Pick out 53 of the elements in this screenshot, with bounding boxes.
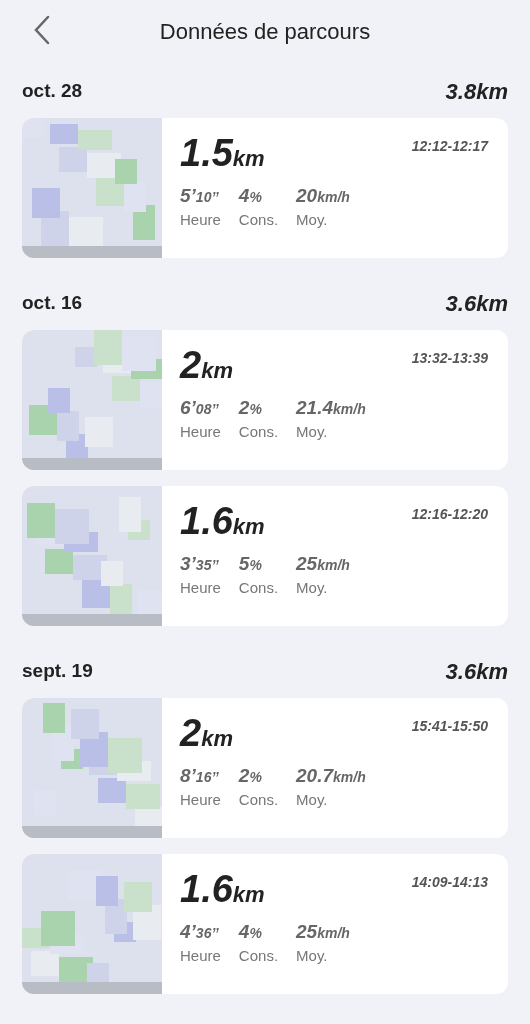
- stat-value: 3’35’’: [180, 554, 220, 573]
- date-label: sept. 19: [22, 658, 93, 683]
- day-total-distance: 3.6km: [445, 657, 508, 686]
- ride-card[interactable]: 1.6km 14:09-14:13 4’36’’ Heure 4% Cons. 25km/h Moy.: [22, 854, 508, 994]
- stat-label: Moy.: [296, 578, 329, 598]
- time-range: 12:12-12:17: [411, 137, 488, 156]
- day-total-distance: 3.6km: [445, 289, 508, 318]
- time-range: 13:32-13:39: [411, 349, 488, 368]
- time-range: 12:16-12:20: [411, 505, 488, 524]
- ride-card[interactable]: 2km 15:41-15:50 8’16’’ Heure 2% Cons. 20.7km/h Moy.: [22, 698, 508, 838]
- ride-card[interactable]: 2km 13:32-13:39 6’08’’ Heure 2% Cons. 21.4km/h Moy.: [22, 330, 508, 470]
- ride-card[interactable]: 1.6km 12:16-12:20 3’35’’ Heure 5% Cons. 25km/h Moy.: [22, 486, 508, 626]
- day-total-distance: 3.8km: [445, 77, 508, 106]
- stat-label: Cons.: [238, 578, 279, 598]
- time-range: 14:09-14:13: [411, 873, 488, 892]
- stat-value: 8’16’’: [180, 766, 220, 785]
- ride-distance: 2km: [180, 346, 233, 384]
- stat-value: 4’36’’: [180, 922, 220, 941]
- stat-label: Cons.: [238, 422, 279, 442]
- stat-value: 20km/h: [296, 186, 350, 205]
- stat-value: 4%: [238, 186, 263, 205]
- stat-label: Moy.: [296, 210, 329, 230]
- stat-label: Cons.: [238, 946, 279, 966]
- ride-distance: 1.6km: [180, 870, 265, 908]
- stat-label: Heure: [180, 578, 221, 598]
- stat-label: Heure: [180, 422, 221, 442]
- stat-label: Moy.: [296, 790, 329, 810]
- ride-distance: 2km: [180, 714, 233, 752]
- stat-value: 20.7km/h: [296, 766, 366, 785]
- stat-value: 2%: [238, 398, 263, 417]
- back-icon[interactable]: [32, 15, 52, 45]
- stat-label: Heure: [180, 210, 221, 230]
- stat-label: Heure: [180, 790, 221, 810]
- stat-value: 2%: [238, 766, 263, 785]
- stat-value: 4%: [238, 922, 263, 941]
- stat-label: Moy.: [296, 946, 329, 966]
- time-range: 15:41-15:50: [411, 717, 488, 736]
- ride-card[interactable]: 1.5km 12:12-12:17 5’10’’ Heure 4% Cons. 20km/h Moy.: [22, 118, 508, 258]
- stat-label: Cons.: [238, 210, 279, 230]
- stat-label: Moy.: [296, 422, 329, 442]
- stat-value: 5%: [238, 554, 263, 573]
- ride-distance: 1.5km: [180, 134, 265, 172]
- stat-value: 25km/h: [296, 922, 350, 941]
- stat-value: 21.4km/h: [296, 398, 366, 417]
- stat-value: 6’08’’: [180, 398, 220, 417]
- page-title: Données de parcours: [159, 17, 371, 46]
- date-label: oct. 28: [22, 78, 83, 103]
- stat-value: 25km/h: [296, 554, 350, 573]
- ride-distance: 1.6km: [180, 502, 265, 540]
- stat-label: Heure: [180, 946, 221, 966]
- stat-label: Cons.: [238, 790, 279, 810]
- date-label: oct. 16: [22, 290, 83, 315]
- stat-value: 5’10’’: [180, 186, 220, 205]
